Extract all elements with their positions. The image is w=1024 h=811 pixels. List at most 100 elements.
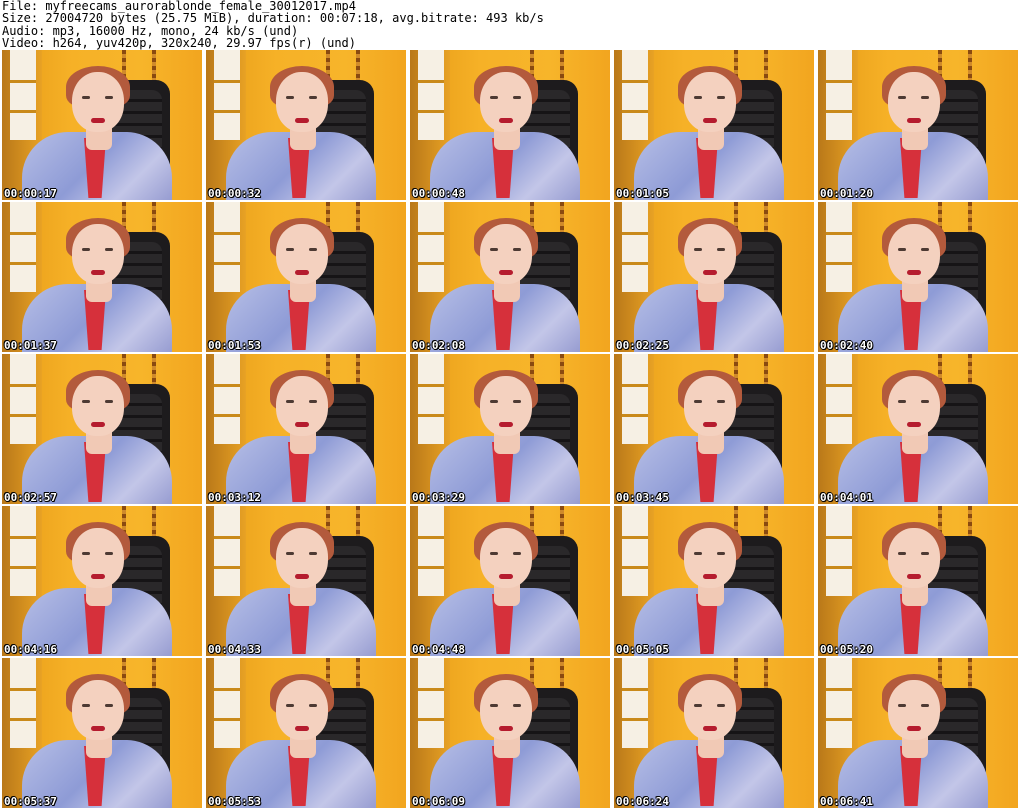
video-frame-thumbnail: 00:02:25 xyxy=(614,202,814,352)
video-info-line: Video: h264, yuv420p, 320x240, 29.97 fps… xyxy=(2,36,357,51)
face xyxy=(480,528,532,588)
frame-timestamp: 00:00:32 xyxy=(208,187,261,200)
person-figure xyxy=(818,658,1018,808)
person-figure xyxy=(206,50,406,200)
face xyxy=(72,528,124,588)
person-figure xyxy=(410,658,610,808)
frame-timestamp: 00:00:17 xyxy=(4,187,57,200)
person-figure xyxy=(2,354,202,504)
video-frame-thumbnail: 00:04:33 xyxy=(206,506,406,656)
face xyxy=(684,528,736,588)
frame-timestamp: 00:01:20 xyxy=(820,187,873,200)
video-frame-thumbnail: 00:02:40 xyxy=(818,202,1018,352)
person-figure xyxy=(818,506,1018,656)
face xyxy=(72,376,124,436)
frame-timestamp: 00:03:45 xyxy=(616,491,669,504)
video-frame-thumbnail: 00:04:48 xyxy=(410,506,610,656)
video-frame-thumbnail: 00:06:09 xyxy=(410,658,610,808)
person-figure xyxy=(614,506,814,656)
face xyxy=(72,72,124,132)
frame-timestamp: 00:04:33 xyxy=(208,643,261,656)
face xyxy=(888,528,940,588)
face xyxy=(276,680,328,740)
face xyxy=(480,224,532,284)
person-figure xyxy=(206,202,406,352)
person-figure xyxy=(410,354,610,504)
video-frame-thumbnail: 00:05:05 xyxy=(614,506,814,656)
frame-timestamp: 00:05:53 xyxy=(208,795,261,808)
person-figure xyxy=(614,202,814,352)
frame-timestamp: 00:00:48 xyxy=(412,187,465,200)
face xyxy=(480,376,532,436)
frame-timestamp: 00:04:16 xyxy=(4,643,57,656)
video-frame-thumbnail: 00:01:05 xyxy=(614,50,814,200)
frame-timestamp: 00:02:40 xyxy=(820,339,873,352)
video-frame-thumbnail: 00:03:29 xyxy=(410,354,610,504)
frame-timestamp: 00:06:41 xyxy=(820,795,873,808)
person-figure xyxy=(818,50,1018,200)
person-figure xyxy=(410,202,610,352)
frame-timestamp: 00:03:29 xyxy=(412,491,465,504)
face xyxy=(888,224,940,284)
video-frame-thumbnail: 00:01:37 xyxy=(2,202,202,352)
video-frame-thumbnail: 00:04:01 xyxy=(818,354,1018,504)
frame-timestamp: 00:04:01 xyxy=(820,491,873,504)
frame-timestamp: 00:01:37 xyxy=(4,339,57,352)
frame-timestamp: 00:05:37 xyxy=(4,795,57,808)
person-figure xyxy=(206,658,406,808)
video-frame-thumbnail: 00:01:20 xyxy=(818,50,1018,200)
person-figure xyxy=(206,506,406,656)
frame-timestamp: 00:02:25 xyxy=(616,339,669,352)
face xyxy=(72,680,124,740)
video-frame-thumbnail: 00:05:37 xyxy=(2,658,202,808)
video-frame-thumbnail: 00:04:16 xyxy=(2,506,202,656)
face xyxy=(684,224,736,284)
person-figure xyxy=(2,202,202,352)
video-frame-thumbnail: 00:03:45 xyxy=(614,354,814,504)
video-frame-thumbnail: 00:00:17 xyxy=(2,50,202,200)
face xyxy=(684,680,736,740)
person-figure xyxy=(2,506,202,656)
frame-timestamp: 00:06:24 xyxy=(616,795,669,808)
face xyxy=(276,376,328,436)
video-frame-thumbnail: 00:02:57 xyxy=(2,354,202,504)
frame-timestamp: 00:02:08 xyxy=(412,339,465,352)
frame-timestamp: 00:01:05 xyxy=(616,187,669,200)
video-frame-thumbnail: 00:02:08 xyxy=(410,202,610,352)
frame-timestamp: 00:02:57 xyxy=(4,491,57,504)
face xyxy=(684,72,736,132)
person-figure xyxy=(818,354,1018,504)
thumbnail-grid: 00:00:17 00:00:32 00:00:48 00:01:05 00:01:20… xyxy=(2,50,1018,808)
person-figure xyxy=(614,658,814,808)
person-figure xyxy=(410,50,610,200)
file-info-header: File: myfreecams_aurorablonde_female_300… xyxy=(2,0,1022,50)
frame-timestamp: 00:05:20 xyxy=(820,643,873,656)
face xyxy=(888,680,940,740)
person-figure xyxy=(614,50,814,200)
video-frame-thumbnail: 00:00:48 xyxy=(410,50,610,200)
face xyxy=(480,72,532,132)
face xyxy=(276,72,328,132)
person-figure xyxy=(2,50,202,200)
video-frame-thumbnail: 00:05:20 xyxy=(818,506,1018,656)
face xyxy=(276,528,328,588)
video-frame-thumbnail: 00:06:41 xyxy=(818,658,1018,808)
face xyxy=(480,680,532,740)
frame-timestamp: 00:01:53 xyxy=(208,339,261,352)
person-figure xyxy=(410,506,610,656)
video-frame-thumbnail: 00:03:12 xyxy=(206,354,406,504)
frame-timestamp: 00:06:09 xyxy=(412,795,465,808)
face xyxy=(72,224,124,284)
face xyxy=(276,224,328,284)
video-frame-thumbnail: 00:06:24 xyxy=(614,658,814,808)
frame-timestamp: 00:05:05 xyxy=(616,643,669,656)
video-frame-thumbnail: 00:05:53 xyxy=(206,658,406,808)
frame-timestamp: 00:04:48 xyxy=(412,643,465,656)
person-figure xyxy=(206,354,406,504)
video-frame-thumbnail: 00:00:32 xyxy=(206,50,406,200)
file-size-line: Size: 27004720 bytes (25.75 MiB), durati… xyxy=(2,11,544,26)
person-figure xyxy=(2,658,202,808)
face xyxy=(888,72,940,132)
video-frame-thumbnail: 00:01:53 xyxy=(206,202,406,352)
face xyxy=(888,376,940,436)
